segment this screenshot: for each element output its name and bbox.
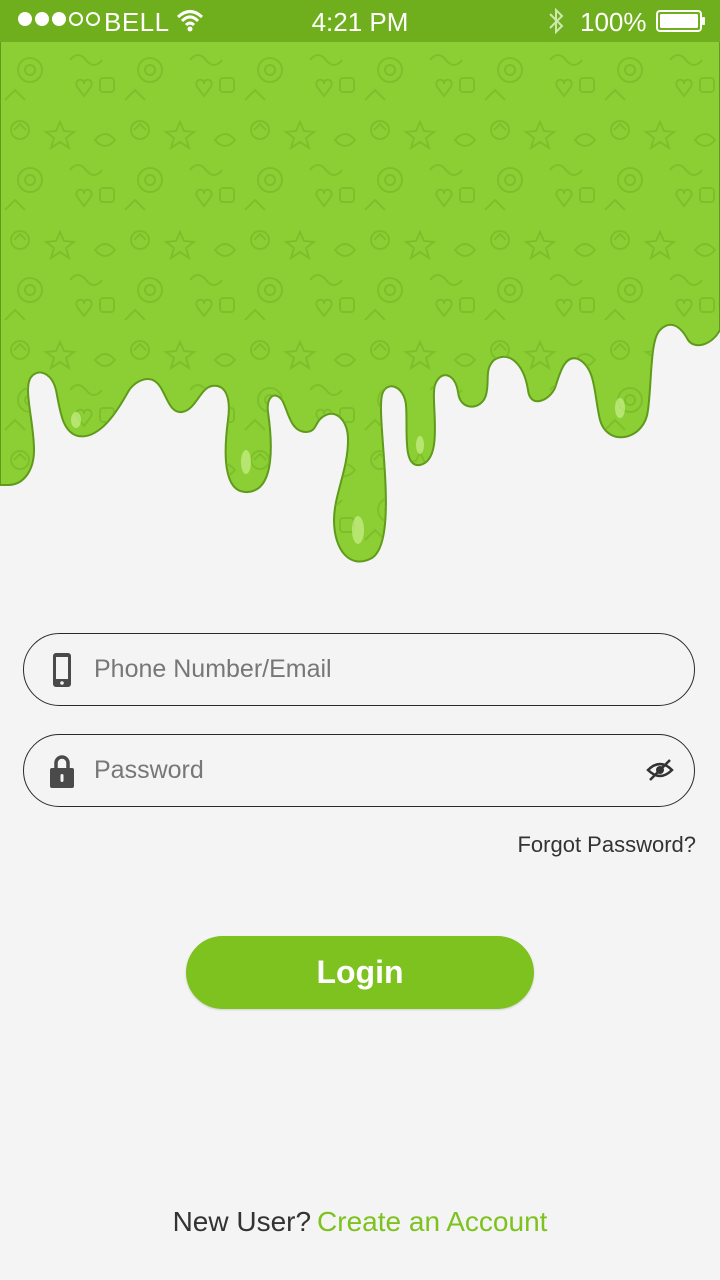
login-button[interactable]: Login: [186, 936, 534, 1009]
forgot-password-link[interactable]: Forgot Password?: [517, 832, 696, 858]
bluetooth-icon: [549, 7, 564, 35]
create-account-link[interactable]: Create an Account: [317, 1206, 547, 1237]
password-field-container: [23, 734, 695, 807]
phone-email-input[interactable]: [94, 634, 634, 704]
password-input[interactable]: [94, 735, 634, 805]
eye-hide-icon[interactable]: [646, 757, 674, 783]
phone-email-field-container: [23, 633, 695, 706]
slime-header-illustration: [0, 0, 720, 563]
lock-icon: [50, 755, 74, 788]
battery-percentage: 100%: [580, 7, 647, 37]
battery-icon: [656, 10, 705, 32]
new-user-label: New User?: [172, 1206, 312, 1237]
signup-prompt: New User? Create an Account: [0, 1206, 720, 1238]
status-bar: BELL 4:21 PM 100%: [0, 0, 720, 42]
phone-icon: [53, 653, 71, 687]
